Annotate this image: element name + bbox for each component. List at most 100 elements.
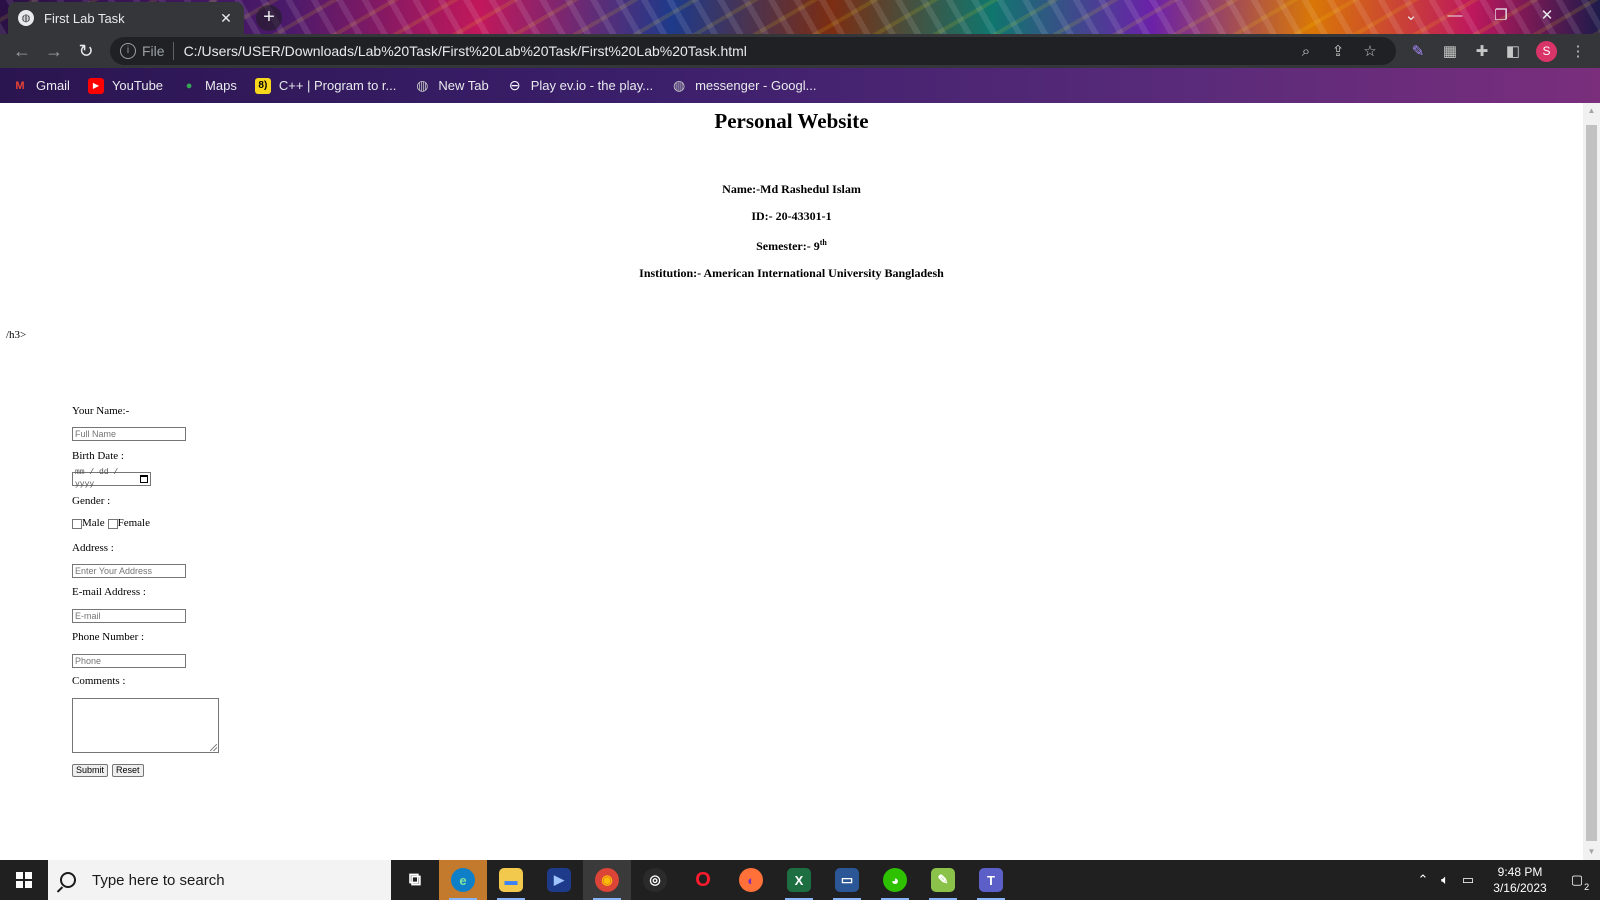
zoom-icon[interactable]: ⌕ (1290, 43, 1322, 60)
share-icon[interactable]: ⇪ (1322, 42, 1354, 60)
name-line: Name:-Md Rashedul Islam (722, 182, 861, 196)
id-line: ID:- 20-43301-1 (751, 209, 832, 223)
tab-search-icon[interactable]: ⌄ (1388, 0, 1434, 30)
vertical-scrollbar[interactable]: ▲ ▼ (1583, 103, 1600, 860)
tab-title: First Lab Task (44, 10, 125, 26)
url-text[interactable]: C:/Users/USER/Downloads/Lab%20Task/First… (184, 43, 1290, 59)
start-button[interactable] (0, 860, 48, 900)
bookmark-youtube[interactable]: ▶ YouTube (87, 77, 164, 94)
side-panel-icon[interactable]: ◧ (1503, 42, 1523, 62)
bookmark-maps[interactable]: ● Maps (181, 78, 237, 94)
back-arrow-icon[interactable]: ← (6, 35, 38, 67)
birth-date-input[interactable]: mm / dd / yyyy (72, 468, 151, 489)
browser-toolbar: ← → ↻ i File C:/Users/USER/Downloads/Lab… (0, 34, 1600, 68)
clock-date: 3/16/2023 (1493, 881, 1547, 895)
chrome-icon[interactable]: ◉ (583, 860, 631, 900)
semester-ordinal: th (819, 238, 827, 247)
taskbar-search-box[interactable]: Type here to search (48, 860, 391, 900)
address-bar[interactable]: i File C:/Users/USER/Downloads/Lab%20Tas… (110, 37, 1396, 65)
email-input[interactable] (72, 609, 186, 623)
excel-icon[interactable]: X (775, 860, 823, 900)
forward-arrow-icon[interactable]: → (38, 35, 70, 67)
resize-grip-icon[interactable] (210, 744, 217, 751)
show-hidden-icons-icon[interactable]: ⌃ (1412, 860, 1434, 900)
male-checkbox[interactable] (72, 519, 82, 529)
obs-icon[interactable]: ◎ (631, 860, 679, 900)
cpp-site-icon: 8) (254, 77, 271, 94)
female-checkbox[interactable] (107, 519, 118, 529)
windows-taskbar: Type here to search ⧉ e ▬ ▶ ◉ ◎ O ◐ X ▭ … (0, 860, 1600, 900)
globe-icon: ◍ (416, 77, 429, 93)
comments-label: Comments : (72, 675, 126, 687)
birth-date-label: Birth Date : (72, 450, 124, 462)
edge-icon[interactable]: e (439, 860, 487, 900)
bookmark-label: Gmail (36, 78, 70, 93)
close-tab-icon[interactable]: ✕ (218, 10, 234, 27)
browser-tab[interactable]: ◍ First Lab Task ✕ (8, 2, 244, 34)
bookmark-new-tab[interactable]: ◍ New Tab (414, 77, 489, 94)
address-label: Address : (72, 542, 114, 554)
globe-icon: ◍ (672, 77, 686, 93)
firefox-icon[interactable]: ◐ (727, 860, 775, 900)
bookmark-gmail[interactable]: M Gmail (12, 78, 70, 94)
notification-count: 2 (1584, 882, 1590, 892)
url-scheme-label: File (142, 43, 165, 59)
new-tab-button[interactable]: + (256, 5, 282, 31)
comments-textarea[interactable] (72, 698, 219, 753)
reset-button[interactable]: Reset (112, 764, 144, 777)
semester-line: Semester:- 9th (0, 238, 1583, 254)
scrollbar-thumb[interactable] (1586, 125, 1597, 841)
bookmark-label: C++ | Program to r... (278, 78, 397, 93)
extensions-puzzle-icon[interactable]: ✚ (1472, 42, 1492, 62)
teams-icon[interactable]: T (967, 860, 1015, 900)
youtube-icon: ▶ (87, 77, 104, 94)
info-icon[interactable]: i (120, 43, 136, 59)
file-explorer-icon[interactable]: ▬ (487, 860, 535, 900)
bookmark-star-icon[interactable]: ☆ (1354, 42, 1386, 60)
address-input[interactable] (72, 564, 186, 578)
wechat-icon[interactable]: ◕ (871, 860, 919, 900)
notepad-icon[interactable]: ✎ (919, 860, 967, 900)
extension-tile-icon[interactable]: ▦ (1440, 42, 1460, 62)
restore-button[interactable]: ❐ (1478, 0, 1524, 30)
scroll-up-icon[interactable]: ▲ (1583, 103, 1600, 119)
bookmarks-bar: M Gmail ▶ YouTube ● Maps 8) C++ | Progra… (0, 68, 1600, 103)
remote-desktop-icon[interactable]: ▭ (823, 860, 871, 900)
windows-logo-icon (16, 872, 32, 888)
opera-icon[interactable]: O (679, 860, 727, 900)
semester-text: Semester:- 9 (756, 239, 820, 253)
submit-button[interactable]: Submit (72, 764, 109, 777)
reload-icon[interactable]: ↻ (70, 35, 102, 67)
bookmark-cpp[interactable]: 8) C++ | Program to r... (254, 77, 397, 94)
page-viewport: Personal Website Name:-Md Rashedul Islam… (0, 103, 1583, 860)
network-icon[interactable]: ▭ (1456, 860, 1480, 900)
phone-input[interactable] (72, 654, 186, 668)
gender-label: Gender : (72, 495, 111, 507)
pen-extension-icon[interactable]: ✎ (1408, 42, 1428, 62)
gmail-icon: M (15, 79, 25, 92)
full-name-input[interactable] (72, 427, 186, 441)
gender-options: Male Female (72, 517, 150, 529)
volume-icon[interactable]: 🔈︎ (1434, 860, 1456, 900)
taskbar-clock[interactable]: 9:48 PM 3/16/2023 (1480, 864, 1560, 896)
stray-markup-text: /h3> (6, 329, 27, 341)
task-view-icon[interactable]: ⧉ (391, 860, 439, 900)
scroll-down-icon[interactable]: ▼ (1583, 844, 1600, 860)
email-label: E-mail Address : (72, 586, 146, 598)
date-placeholder: mm / dd / yyyy (75, 468, 119, 489)
calendar-icon[interactable] (140, 475, 148, 483)
name-label: Your Name:- (72, 405, 130, 417)
bookmark-label: YouTube (111, 78, 164, 93)
minimize-button[interactable]: — (1432, 0, 1478, 30)
notification-center-icon[interactable]: ▢ 2 (1560, 860, 1594, 900)
menu-kebab-icon[interactable]: ⋮ (1568, 42, 1588, 62)
profile-avatar[interactable]: S (1536, 41, 1557, 62)
evio-icon: ⊖ (508, 77, 521, 93)
search-placeholder: Type here to search (92, 871, 225, 889)
close-window-button[interactable]: ✕ (1524, 0, 1570, 30)
bookmark-label: New Tab (438, 78, 489, 93)
clock-time: 9:48 PM (1497, 865, 1543, 879)
media-player-icon[interactable]: ▶ (535, 860, 583, 900)
bookmark-messenger[interactable]: ◍ messenger - Googl... (671, 77, 817, 94)
bookmark-evio[interactable]: ⊖ Play ev.io - the play... (507, 77, 653, 94)
